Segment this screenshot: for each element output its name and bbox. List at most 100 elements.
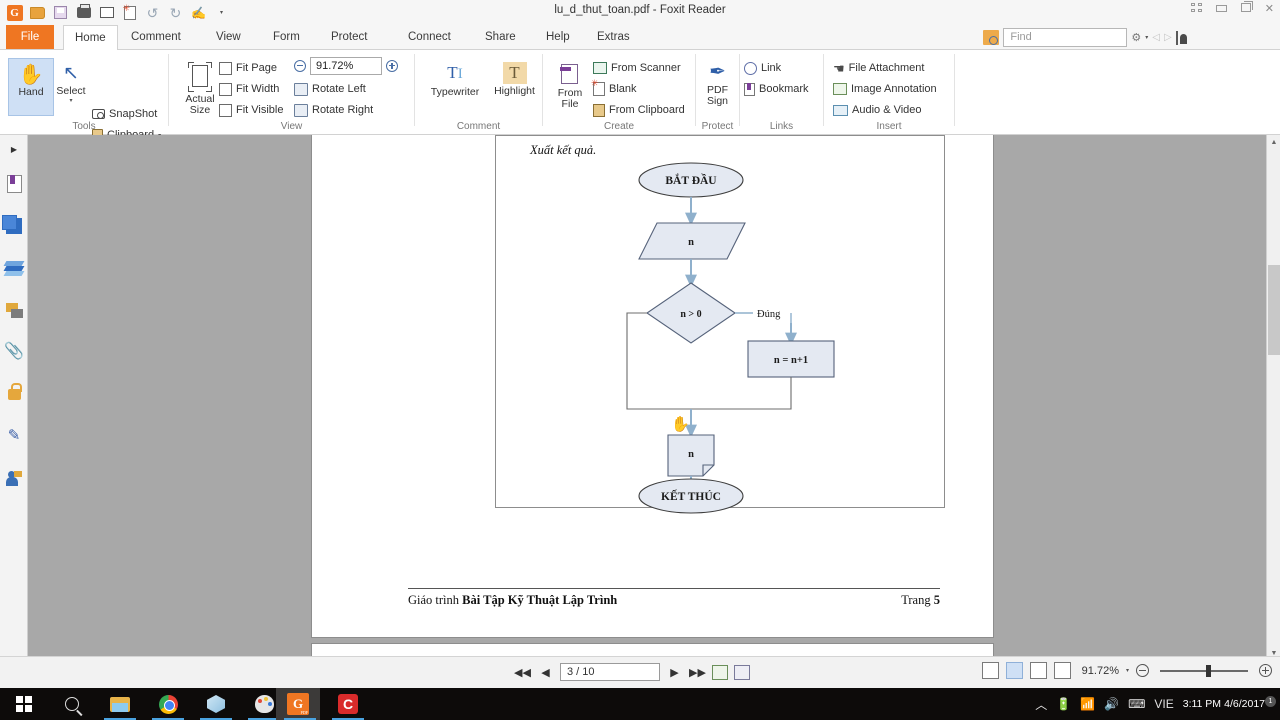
keyboard-icon[interactable]: ⌨ [1128,697,1145,711]
account-icon[interactable] [1175,30,1178,45]
bookmark-button[interactable]: Bookmark [744,79,809,99]
scrollbar-thumb[interactable] [1268,265,1280,355]
tab-connect[interactable]: Connect [397,25,462,50]
battery-icon[interactable]: 🔋 [1056,697,1071,711]
tab-help[interactable]: Help [535,25,581,50]
tab-view[interactable]: View [205,25,252,50]
actual-size-icon [188,62,212,92]
next-page-icon[interactable]: ▶ [666,662,683,682]
fit-page-button[interactable]: Fit Page [219,58,277,78]
flow-output-label: n [688,449,694,460]
search-button[interactable] [48,688,96,720]
start-button[interactable] [0,688,48,720]
expand-panel-button[interactable]: ▶ [0,135,28,163]
tab-home[interactable]: Home [63,25,118,50]
vertical-scrollbar[interactable]: ▲ ▼ [1266,135,1280,660]
audio-video-button[interactable]: Audio & Video [833,100,922,120]
link-label: Link [761,62,782,74]
link-button[interactable]: Link [744,58,781,78]
zoom-slider-knob[interactable] [1206,664,1211,677]
tab-extras[interactable]: Extras [586,25,641,50]
chrome-icon [158,694,178,714]
comments-panel-button[interactable] [0,289,28,331]
scroll-up-arrow[interactable]: ▲ [1267,135,1280,149]
image-annotation-icon [833,83,847,95]
zoom-slider[interactable] [1160,664,1248,677]
continuous-view-button[interactable] [1005,662,1023,679]
previous-page-icon[interactable]: ◀ [537,662,554,682]
wifi-icon[interactable]: 📶 [1080,697,1095,711]
fit-width-button[interactable]: Fit Width [219,79,279,99]
foxit-reader-button[interactable]: G [276,688,320,720]
layers-panel-button[interactable] [0,247,28,289]
pdf-sign-button[interactable]: ✒ PDF Sign [696,56,739,120]
pages-panel-button[interactable] [0,205,28,247]
fit-page-status-icon[interactable] [712,664,728,680]
tab-file[interactable]: File [6,25,54,50]
zoom-in-circle-icon[interactable] [1259,664,1272,677]
chevron-down-icon[interactable]: ▾ [1145,34,1148,41]
single-page-view-button[interactable] [981,662,999,679]
tab-share[interactable]: Share [474,25,527,50]
volume-icon[interactable]: 🔊 [1104,697,1119,711]
page-number-input[interactable]: 3 / 10 [560,663,660,681]
gear-icon[interactable]: ⚙ [1131,31,1141,44]
microsoft-store-button[interactable] [192,688,240,720]
highlight-button[interactable]: T Highlight [487,56,542,120]
first-page-icon[interactable]: ◀◀ [514,662,531,682]
continuous-facing-view-button[interactable] [1053,662,1071,679]
camtasia-icon: C [338,694,358,714]
zoom-level-input[interactable]: 91.72% [310,57,382,75]
google-chrome-button[interactable] [144,688,192,720]
next-result-icon[interactable]: ▷ [1164,32,1172,43]
clock[interactable]: 3:11 PM 4/6/2017 [1183,698,1265,710]
restore-grid-icon[interactable] [1190,3,1202,15]
signatures-panel-button[interactable]: ✎ [0,415,28,457]
show-hidden-icons-icon[interactable]: ︿ [1035,696,1047,713]
tab-comment[interactable]: Comment [120,25,192,50]
security-panel-button[interactable] [0,373,28,415]
pdf-page-3[interactable]: Xuất kết quả. BẮT ĐẦU n n > 0 Đúng n = n… [311,135,994,638]
attachments-panel-button[interactable]: 📎 [0,331,28,373]
minimize-icon[interactable] [1215,4,1227,15]
rotate-right-button[interactable]: Rotate Right [294,100,373,120]
file-attachment-label: File Attachment [848,62,925,74]
from-file-button[interactable]: From File [549,56,591,120]
image-annotation-button[interactable]: Image Annotation [833,79,937,99]
zoom-in-icon[interactable] [386,60,398,72]
footer-right-normal: Trang [901,593,934,607]
search-input[interactable]: Find [1003,28,1128,47]
chevron-down-icon[interactable]: ▾ [1126,667,1129,674]
document-viewport[interactable]: Xuất kết quả. BẮT ĐẦU n n > 0 Đúng n = n… [28,135,1266,660]
fit-visible-button[interactable]: Fit Visible [219,100,283,120]
file-attachment-button[interactable]: ☚ File Attachment [833,58,924,78]
zoom-out-icon[interactable] [294,60,306,72]
previous-result-icon[interactable]: ◁ [1152,32,1160,43]
language-indicator[interactable]: VIE [1154,697,1173,711]
rotate-left-button[interactable]: Rotate Left [294,79,366,99]
facing-view-button[interactable] [1029,662,1047,679]
find-highlight-icon[interactable] [983,30,1000,45]
bookmarks-panel-button[interactable] [0,163,28,205]
from-scanner-button[interactable]: From Scanner [593,58,681,78]
file-explorer-button[interactable] [96,688,144,720]
maximize-icon[interactable] [1240,1,1253,15]
tab-protect[interactable]: Protect [320,25,378,50]
ribbon-group-comment: TI Typewriter T Highlight Comment [415,50,542,134]
shared-review-panel-button[interactable] [0,457,28,499]
close-icon[interactable]: ✕ [1265,3,1274,15]
hand-icon: ✋ [18,64,44,86]
last-page-icon[interactable]: ▶▶ [689,662,706,682]
reflow-status-icon[interactable] [734,664,750,680]
camtasia-button[interactable]: C [324,688,372,720]
actual-size-button[interactable]: Actual Size [177,56,223,120]
select-tool-button[interactable]: ↖ Select ▾ [48,58,94,122]
zoom-out-circle-icon[interactable] [1136,664,1149,677]
blank-button[interactable]: Blank [591,78,637,99]
group-label-protect: Protect [701,121,734,132]
from-clipboard-button[interactable]: From Clipboard [593,100,685,120]
chevron-down-icon[interactable]: ▾ [69,97,72,104]
tab-form[interactable]: Form [262,25,311,50]
group-label-comment: Comment [456,121,501,132]
typewriter-button[interactable]: TI Typewriter [423,56,487,120]
